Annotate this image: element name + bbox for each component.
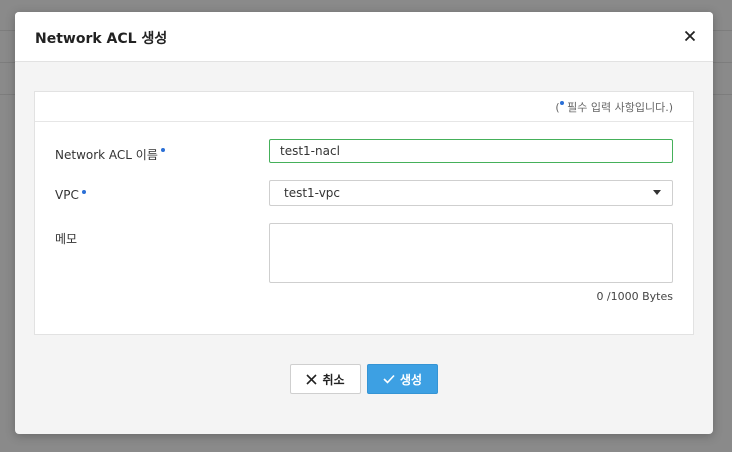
caret-down-icon: [653, 190, 661, 195]
required-dot-icon: [160, 148, 165, 152]
close-icon: [684, 30, 696, 42]
required-dot-icon: [81, 190, 86, 194]
close-button[interactable]: [681, 27, 699, 45]
byte-counter: 0 /1000 Bytes: [596, 290, 673, 303]
required-note: ( 필수 입력 사항입니다.): [555, 99, 673, 115]
modal-header: Network ACL 생성: [15, 12, 713, 62]
vpc-select-value: test1-vpc: [284, 186, 341, 200]
name-label: Network ACL 이름: [55, 146, 165, 163]
name-label-text: Network ACL 이름: [55, 148, 158, 162]
modal-title: Network ACL 생성: [35, 31, 168, 47]
cancel-button-label: 취소: [322, 372, 345, 387]
vpc-select[interactable]: test1-vpc: [269, 180, 673, 206]
memo-label: 메모: [55, 232, 78, 246]
network-acl-name-input[interactable]: [269, 139, 673, 163]
required-note-text: 필수 입력 사항입니다.): [567, 101, 673, 114]
x-icon: [306, 373, 318, 385]
divider: [35, 121, 693, 122]
vpc-label-text: VPC: [55, 188, 79, 202]
memo-textarea[interactable]: [269, 223, 673, 283]
required-dot-icon: [559, 101, 564, 105]
create-network-acl-modal: Network ACL 생성 ( 필수 입력 사항입니다.) Network A…: [15, 12, 713, 434]
check-icon: [383, 374, 395, 384]
create-button-label: 생성: [399, 372, 423, 387]
cancel-button[interactable]: 취소: [290, 364, 361, 394]
form-panel: ( 필수 입력 사항입니다.) Network ACL 이름 VPC test1…: [34, 91, 694, 335]
required-note-paren: (: [555, 101, 560, 114]
vpc-label: VPC: [55, 188, 86, 202]
create-button[interactable]: 생성: [367, 364, 438, 394]
